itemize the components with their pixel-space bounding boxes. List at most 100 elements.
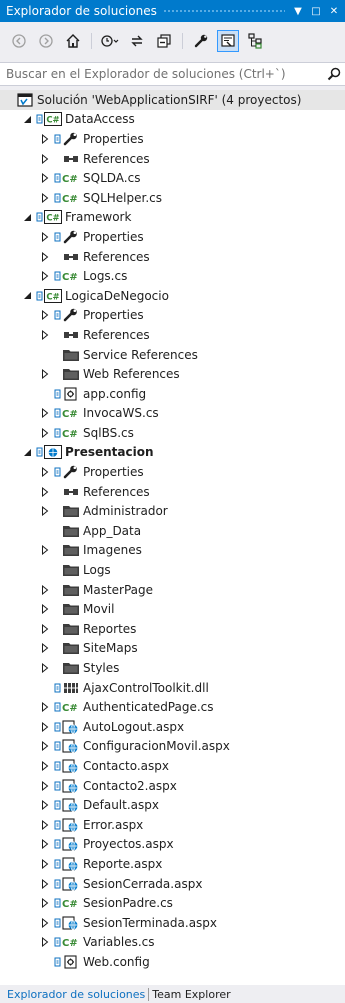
collapse-all-icon[interactable]	[153, 30, 175, 52]
collapsed-arrow-icon[interactable]	[38, 779, 52, 793]
tree-item[interactable]: Service References	[0, 345, 345, 365]
tree-item[interactable]: SesionTerminada.aspx	[0, 913, 345, 933]
tree-item[interactable]: SiteMaps	[0, 639, 345, 659]
collapsed-arrow-icon[interactable]	[38, 720, 52, 734]
collapsed-arrow-icon[interactable]	[38, 308, 52, 322]
tree-item[interactable]: C# SQLHelper.cs	[0, 188, 345, 208]
tree-item[interactable]: AjaxControlToolkit.dll	[0, 678, 345, 698]
tab-solution-explorer[interactable]: Explorador de soluciones	[4, 988, 148, 1001]
collapsed-arrow-icon[interactable]	[38, 328, 52, 342]
tree-item[interactable]: Properties	[0, 227, 345, 247]
tree-item[interactable]: Movil	[0, 599, 345, 619]
tree-item[interactable]: Default.aspx	[0, 795, 345, 815]
collapsed-arrow-icon[interactable]	[38, 543, 52, 557]
collapsed-arrow-icon[interactable]	[38, 132, 52, 146]
collapsed-arrow-icon[interactable]	[38, 935, 52, 949]
tree-item[interactable]: Web References	[0, 364, 345, 384]
collapsed-arrow-icon[interactable]	[38, 622, 52, 636]
expanded-arrow-icon[interactable]	[20, 210, 34, 224]
tree-item[interactable]: References	[0, 482, 345, 502]
title-grip[interactable]	[162, 8, 285, 14]
collapsed-arrow-icon[interactable]	[38, 700, 52, 714]
collapsed-arrow-icon[interactable]	[38, 641, 52, 655]
tree-item[interactable]: MasterPage	[0, 580, 345, 600]
tree-item[interactable]: ConfiguracionMovil.aspx	[0, 737, 345, 757]
collapsed-arrow-icon[interactable]	[38, 230, 52, 244]
tree-item[interactable]: Contacto2.aspx	[0, 776, 345, 796]
tree-item[interactable]: Imagenes	[0, 541, 345, 561]
collapsed-arrow-icon[interactable]	[38, 191, 52, 205]
tree-item[interactable]: Properties	[0, 129, 345, 149]
expanded-arrow-icon[interactable]	[20, 445, 34, 459]
back-icon[interactable]	[8, 30, 30, 52]
collapsed-arrow-icon[interactable]	[38, 818, 52, 832]
collapsed-arrow-icon[interactable]	[38, 406, 52, 420]
collapsed-arrow-icon[interactable]	[38, 250, 52, 264]
collapsed-arrow-icon[interactable]	[38, 269, 52, 283]
tree-item[interactable]: Reportes	[0, 619, 345, 639]
tree-item[interactable]: C# SqlBS.cs	[0, 423, 345, 443]
tree-item[interactable]: C# SQLDA.cs	[0, 168, 345, 188]
tree-item[interactable]: References	[0, 325, 345, 345]
collapsed-arrow-icon[interactable]	[38, 877, 52, 891]
collapsed-arrow-icon[interactable]	[38, 465, 52, 479]
dropdown-icon[interactable]: ▼	[291, 6, 305, 17]
collapsed-arrow-icon[interactable]	[38, 759, 52, 773]
collapsed-arrow-icon[interactable]	[38, 367, 52, 381]
close-icon[interactable]: ✕	[327, 6, 341, 17]
tree-item[interactable]: References	[0, 247, 345, 267]
search-input[interactable]	[0, 66, 323, 82]
collapsed-arrow-icon[interactable]	[38, 583, 52, 597]
collapsed-arrow-icon[interactable]	[38, 857, 52, 871]
tree-item[interactable]: app.config	[0, 384, 345, 404]
tree-item[interactable]: C# Framework	[0, 208, 345, 228]
collapsed-arrow-icon[interactable]	[38, 426, 52, 440]
tree-item[interactable]: App_Data	[0, 521, 345, 541]
search-icon[interactable]	[323, 67, 345, 81]
tree-item[interactable]: Administrador	[0, 501, 345, 521]
tree-item[interactable]: C# Logs.cs	[0, 266, 345, 286]
collapsed-arrow-icon[interactable]	[38, 798, 52, 812]
collapsed-arrow-icon[interactable]	[38, 602, 52, 616]
tree-item[interactable]: Proyectos.aspx	[0, 835, 345, 855]
tree-item[interactable]: Solución 'WebApplicationSIRF' (4 proyect…	[0, 90, 345, 110]
collapsed-arrow-icon[interactable]	[38, 171, 52, 185]
tree-item[interactable]: Web.config	[0, 952, 345, 972]
tab-team-explorer[interactable]: Team Explorer	[148, 987, 233, 1001]
tree-item[interactable]: Presentacion	[0, 443, 345, 463]
tree-item[interactable]: Properties	[0, 306, 345, 326]
properties-icon[interactable]	[190, 30, 212, 52]
collapsed-arrow-icon[interactable]	[38, 661, 52, 675]
collapsed-arrow-icon[interactable]	[38, 916, 52, 930]
tree-item[interactable]: SesionCerrada.aspx	[0, 874, 345, 894]
forward-icon[interactable]	[35, 30, 57, 52]
collapsed-arrow-icon[interactable]	[38, 896, 52, 910]
expanded-arrow-icon[interactable]	[20, 112, 34, 126]
tree-item[interactable]: Contacto.aspx	[0, 756, 345, 776]
tree-item[interactable]: C# Variables.cs	[0, 933, 345, 953]
history-icon[interactable]	[99, 30, 121, 52]
collapsed-arrow-icon[interactable]	[38, 739, 52, 753]
expanded-arrow-icon[interactable]	[20, 289, 34, 303]
tree-item[interactable]: Styles	[0, 658, 345, 678]
tree-item[interactable]: Properties	[0, 462, 345, 482]
preview-icon[interactable]	[217, 30, 239, 52]
pin-icon[interactable]: □	[309, 6, 323, 17]
tree-item[interactable]: C# LogicaDeNegocio	[0, 286, 345, 306]
collapsed-arrow-icon[interactable]	[38, 485, 52, 499]
collapsed-arrow-icon[interactable]	[38, 152, 52, 166]
solution-view-icon[interactable]	[244, 30, 266, 52]
tree-item[interactable]: AutoLogout.aspx	[0, 717, 345, 737]
tree-item[interactable]: C# InvocaWS.cs	[0, 404, 345, 424]
tree-item[interactable]: C# DataAccess	[0, 110, 345, 130]
tree-item[interactable]: Reporte.aspx	[0, 854, 345, 874]
tree-item[interactable]: Error.aspx	[0, 815, 345, 835]
tree-item[interactable]: Logs	[0, 560, 345, 580]
tree-item[interactable]: C# SesionPadre.cs	[0, 893, 345, 913]
home-icon[interactable]	[62, 30, 84, 52]
collapsed-arrow-icon[interactable]	[38, 504, 52, 518]
tree-item[interactable]: References	[0, 149, 345, 169]
sync-icon[interactable]	[126, 30, 148, 52]
collapsed-arrow-icon[interactable]	[38, 837, 52, 851]
tree-item[interactable]: C# AuthenticatedPage.cs	[0, 697, 345, 717]
